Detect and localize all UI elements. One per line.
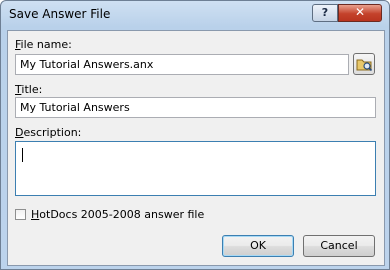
browse-button[interactable] [353, 53, 375, 75]
hotdocs-checkbox[interactable] [15, 209, 26, 220]
help-icon: ? [321, 6, 329, 19]
save-answer-file-dialog: Save Answer File ? ✕ File name: My Tutor… [0, 0, 390, 270]
title-bar[interactable]: Save Answer File ? ✕ [1, 1, 389, 29]
help-button[interactable]: ? [312, 4, 338, 22]
close-button[interactable]: ✕ [338, 4, 382, 22]
file-name-label: File name: [15, 38, 72, 51]
text-caret [22, 148, 23, 162]
title-label: Title: [15, 83, 43, 96]
description-label: Description: [15, 126, 82, 139]
hotdocs-checkbox-label: HotDocs 2005-2008 answer file [31, 208, 205, 221]
ok-button[interactable]: OK [222, 235, 294, 257]
close-icon: ✕ [354, 5, 366, 19]
description-field[interactable] [15, 141, 376, 196]
dialog-title: Save Answer File [9, 7, 111, 21]
title-field[interactable]: My Tutorial Answers [15, 97, 376, 118]
file-name-field[interactable]: My Tutorial Answers.anx [15, 54, 349, 75]
browse-folder-icon [356, 59, 373, 72]
dialog-body: File name: My Tutorial Answers.anx Title… [7, 30, 385, 266]
cancel-button[interactable]: Cancel [303, 235, 375, 257]
